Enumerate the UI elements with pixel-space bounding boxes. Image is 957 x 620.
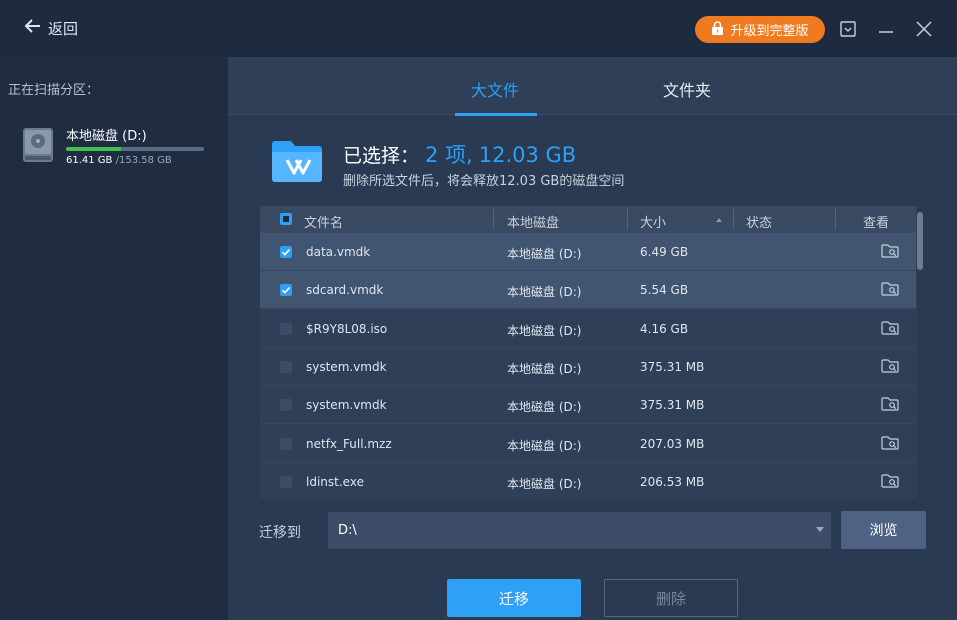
file-name: ldinst.exe xyxy=(306,474,364,489)
file-disk: 本地磁盘 (D:) xyxy=(507,323,582,338)
tab-folders[interactable]: 文件夹 xyxy=(663,77,711,101)
table-row[interactable]: $R9Y8L08.iso 本地磁盘 (D:) 4.16 GB xyxy=(260,310,916,348)
disk-item[interactable]: 本地磁盘 (D:) 61.41 GB /153.58 GB xyxy=(20,125,210,175)
file-size: 4.16 GB xyxy=(640,321,689,336)
selection-size: 12.03 GB xyxy=(478,143,577,167)
table-row[interactable]: system.vmdk 本地磁盘 (D:) 375.31 MB xyxy=(260,386,916,425)
view-folder-icon[interactable] xyxy=(881,358,899,374)
sort-icon xyxy=(716,218,722,222)
chevron-down-icon[interactable] xyxy=(816,527,824,532)
view-folder-icon[interactable] xyxy=(881,281,899,297)
file-disk: 本地磁盘 (D:) xyxy=(507,400,582,415)
file-disk: 本地磁盘 (D:) xyxy=(507,247,582,261)
file-size: 6.49 GB xyxy=(640,245,689,259)
file-name: data.vmdk xyxy=(306,245,371,259)
destination-path-input[interactable] xyxy=(328,512,831,549)
file-disk: 本地磁盘 (D:) xyxy=(507,476,582,491)
tab-bar: 大文件 文件夹 xyxy=(228,57,957,116)
table-row[interactable]: sdcard.vmdk 本地磁盘 (D:) 5.54 GB xyxy=(260,271,916,310)
browse-button[interactable]: 浏览 xyxy=(841,511,926,549)
file-size: 5.54 GB xyxy=(640,283,689,298)
row-checkbox[interactable] xyxy=(280,246,292,258)
minimize-icon[interactable] xyxy=(875,18,897,40)
disk-size: 61.41 GB /153.58 GB xyxy=(66,155,172,166)
close-icon[interactable] xyxy=(913,18,935,40)
main-panel: 大文件 文件夹 已选择： 2 项, 12.03 GB 删除所选文件后，将会释放1… xyxy=(228,57,957,620)
row-checkbox[interactable] xyxy=(280,475,292,488)
view-folder-icon[interactable] xyxy=(881,243,899,259)
folder-icon xyxy=(270,136,324,184)
disk-name: 本地磁盘 (D:) xyxy=(66,129,147,144)
disk-used: 61.41 GB xyxy=(66,155,113,166)
title-bar: 返回 升级到完整版 xyxy=(0,0,957,57)
file-name: $R9Y8L08.iso xyxy=(306,321,388,336)
file-name: netfx_Full.mzz xyxy=(306,436,392,451)
file-name: system.vmdk xyxy=(306,359,387,374)
table-header: 文件名 本地磁盘 大小 状态 查看 xyxy=(260,206,916,233)
move-to-label: 迁移到 xyxy=(259,525,301,541)
select-all-checkbox[interactable] xyxy=(280,213,292,225)
file-size: 206.53 MB xyxy=(640,474,705,489)
selection-prefix: 已选择： xyxy=(343,145,420,167)
selection-count: 2 项, xyxy=(425,143,473,167)
column-header-view[interactable]: 查看 xyxy=(863,212,889,231)
back-button[interactable]: 返回 xyxy=(24,17,78,39)
row-checkbox[interactable] xyxy=(280,322,292,335)
back-label: 返回 xyxy=(48,19,79,38)
tab-large-files[interactable]: 大文件 xyxy=(471,77,519,101)
row-checkbox[interactable] xyxy=(280,360,292,373)
hard-drive-icon xyxy=(22,127,54,163)
table-row[interactable]: netfx_Full.mzz 本地磁盘 (D:) 207.03 MB xyxy=(260,425,916,463)
view-folder-icon[interactable] xyxy=(881,435,899,451)
table-row[interactable]: data.vmdk 本地磁盘 (D:) 6.49 GB xyxy=(260,233,916,271)
column-header-name[interactable]: 文件名 xyxy=(304,212,343,231)
table-row[interactable]: system.vmdk 本地磁盘 (D:) 375.31 MB xyxy=(260,348,916,386)
sidebar: 正在扫描分区： 本地磁盘 (D:) 61.41 GB /153.58 GB xyxy=(0,57,228,620)
view-folder-icon[interactable] xyxy=(881,396,899,412)
delete-button[interactable]: 删除 xyxy=(604,579,738,617)
view-folder-icon[interactable] xyxy=(881,320,899,336)
disk-usage-bar xyxy=(66,147,204,151)
menu-dropdown-icon[interactable] xyxy=(837,18,859,40)
file-name: sdcard.vmdk xyxy=(306,283,384,298)
file-name: system.vmdk xyxy=(306,398,387,413)
migrate-button[interactable]: 迁移 xyxy=(447,579,581,617)
table-row[interactable]: ldinst.exe 本地磁盘 (D:) 206.53 MB xyxy=(260,463,916,499)
file-size: 375.31 MB xyxy=(640,398,705,413)
file-table: 文件名 本地磁盘 大小 状态 查看 data.vmdk 本地磁盘 (D:) 6.49… xyxy=(260,206,920,499)
file-disk: 本地磁盘 (D:) xyxy=(507,438,582,453)
upgrade-button[interactable]: 升级到完整版 xyxy=(695,16,825,43)
file-disk: 本地磁盘 (D:) xyxy=(507,361,582,376)
column-divider xyxy=(627,209,628,230)
active-tab-indicator xyxy=(455,113,537,116)
column-divider xyxy=(493,209,494,230)
file-size: 207.03 MB xyxy=(640,436,705,451)
column-divider xyxy=(733,209,734,230)
view-folder-icon[interactable] xyxy=(881,473,899,489)
column-header-disk[interactable]: 本地磁盘 xyxy=(507,212,559,231)
scan-heading: 正在扫描分区： xyxy=(8,83,100,98)
row-checkbox[interactable] xyxy=(280,399,292,412)
arrow-left-icon xyxy=(24,17,42,39)
table-scrollbar[interactable] xyxy=(917,206,923,499)
selection-subtitle: 删除所选文件后，将会释放12.03 GB的磁盘空间 xyxy=(343,174,625,189)
row-checkbox[interactable] xyxy=(280,284,292,297)
disk-total: /153.58 GB xyxy=(115,155,172,166)
column-header-size[interactable]: 大小 xyxy=(640,212,666,231)
column-header-status[interactable]: 状态 xyxy=(746,212,772,231)
column-divider xyxy=(835,209,836,230)
file-disk: 本地磁盘 (D:) xyxy=(507,285,582,300)
upgrade-label: 升级到完整版 xyxy=(730,24,809,39)
row-checkbox[interactable] xyxy=(280,437,292,450)
scrollbar-thumb[interactable] xyxy=(917,212,923,270)
disk-usage-fill xyxy=(66,147,122,151)
selection-summary: 已选择： 2 项, 12.03 GB xyxy=(343,139,576,169)
file-size: 375.31 MB xyxy=(640,359,705,374)
lock-icon xyxy=(711,20,724,39)
